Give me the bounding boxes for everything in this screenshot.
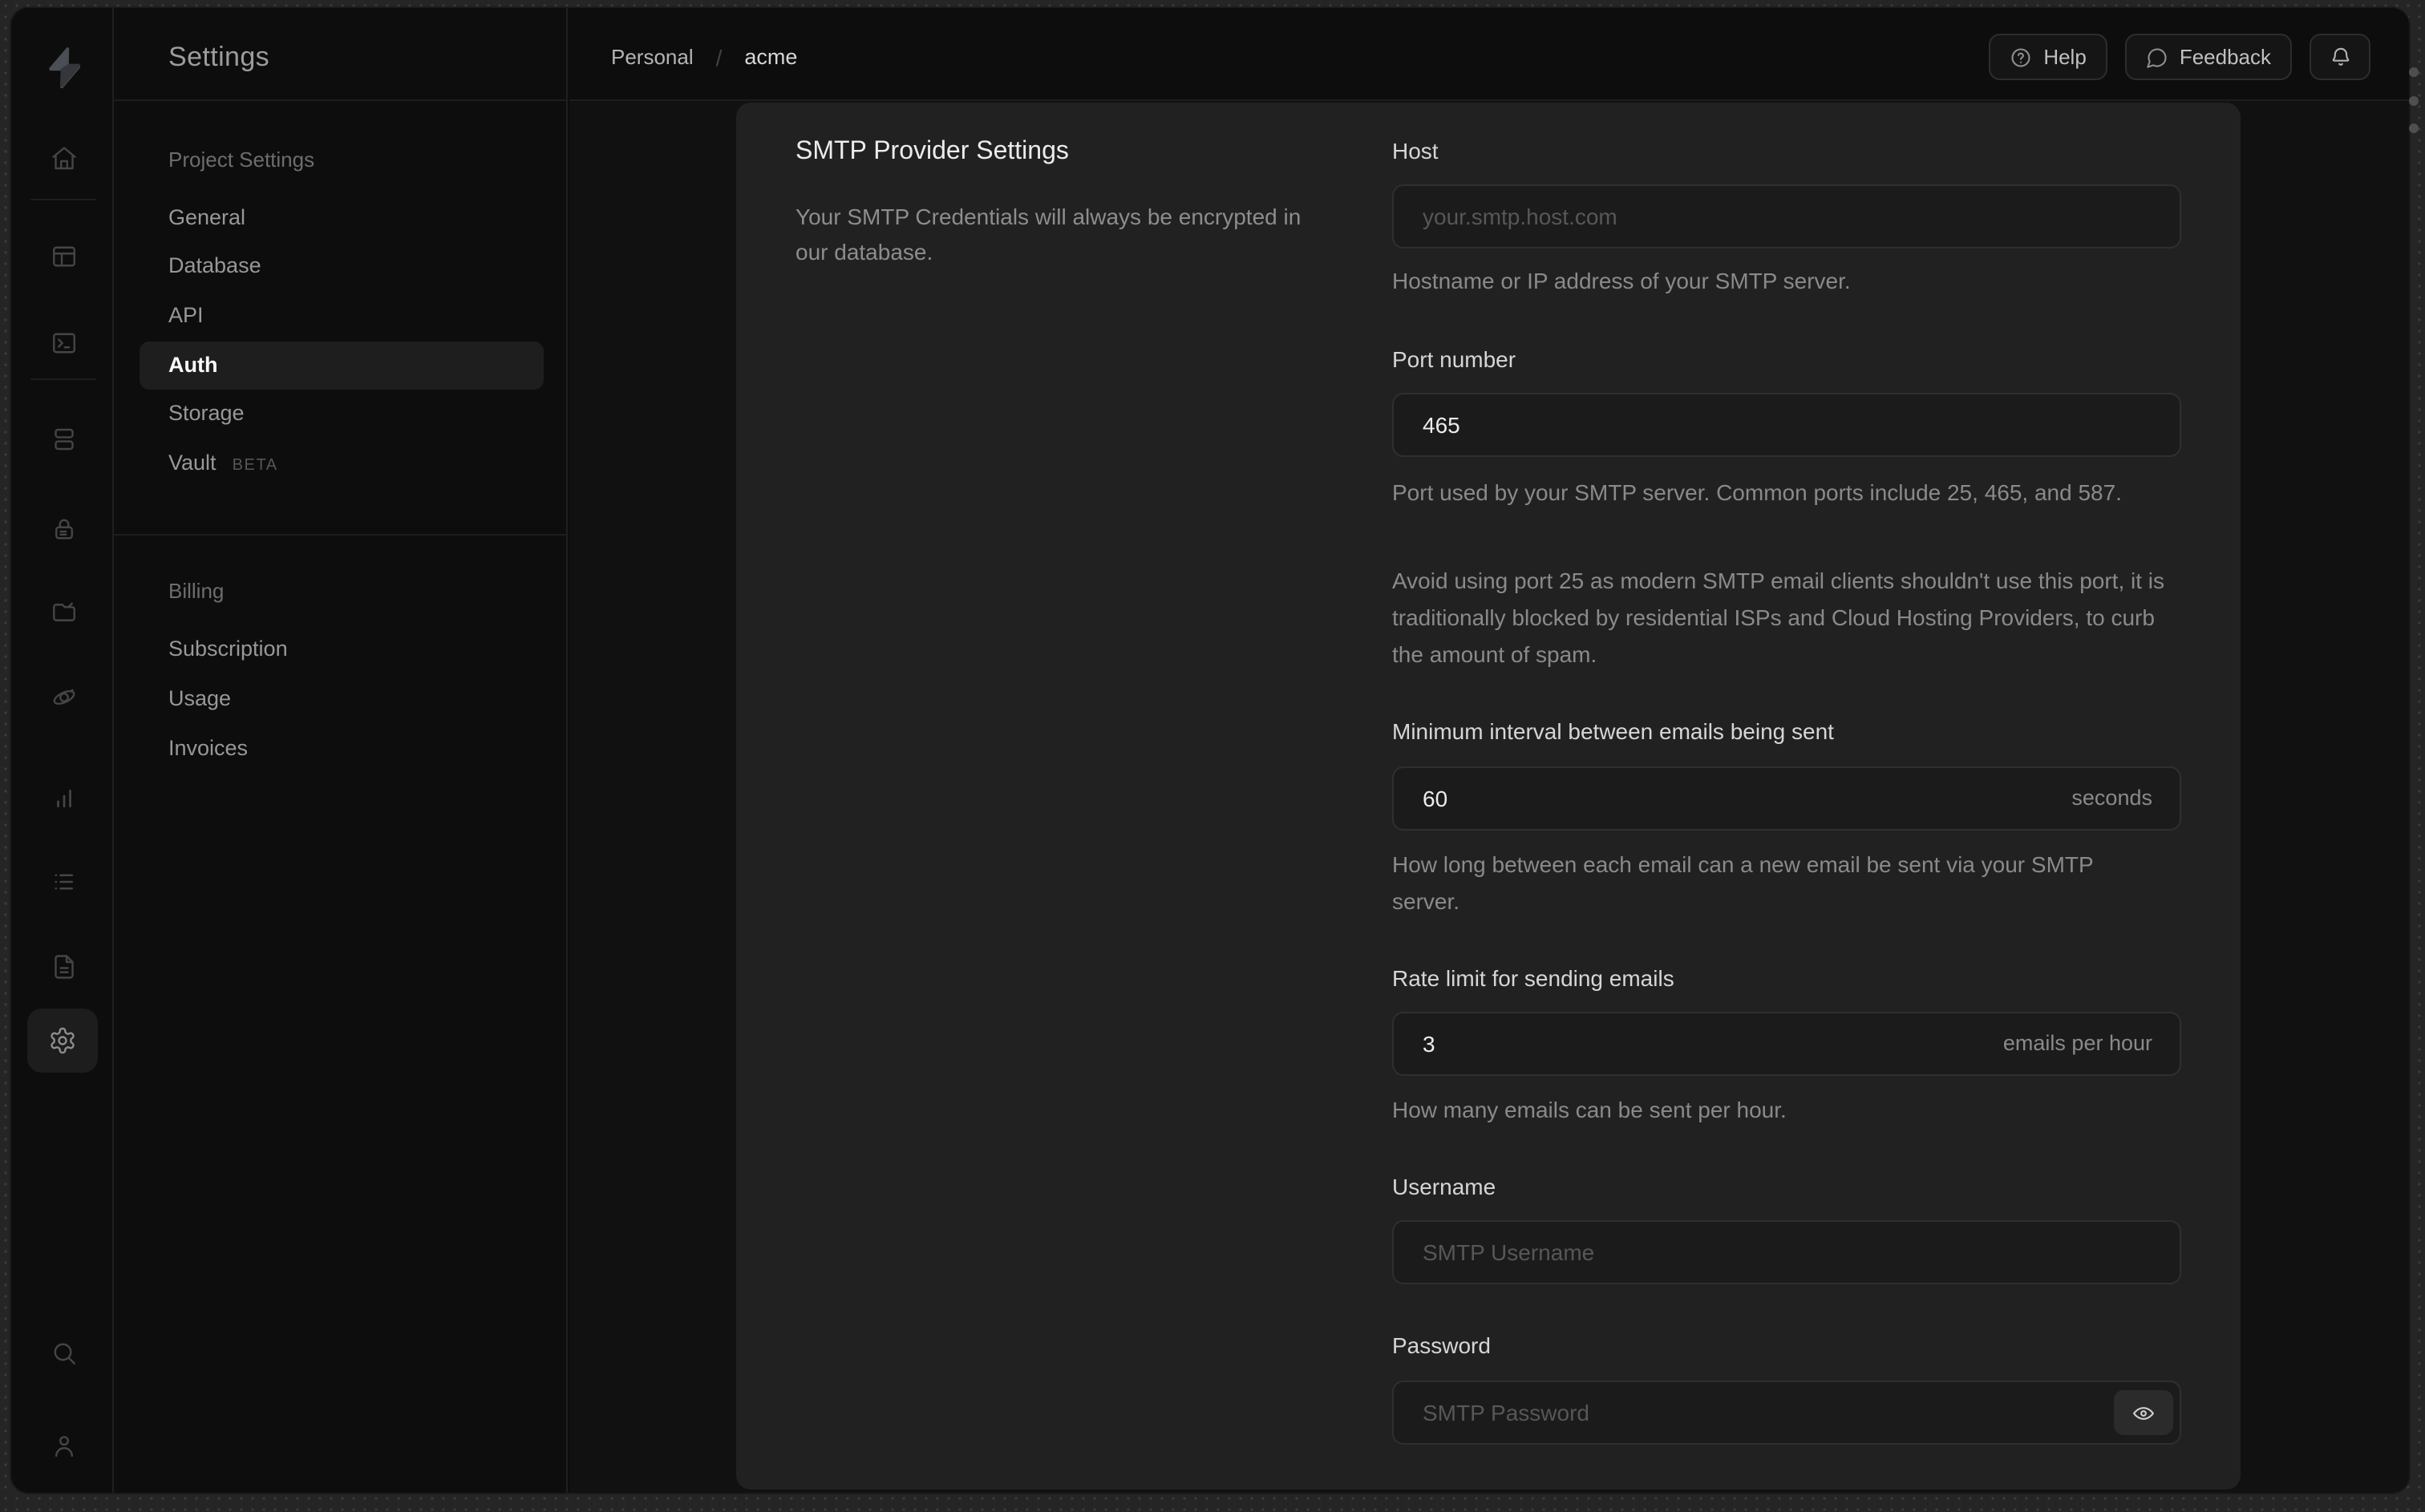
sidebar-item-subscription[interactable]: Subscription: [114, 632, 566, 667]
password-label: Password: [1392, 1332, 1491, 1358]
reveal-password-button[interactable]: [2114, 1390, 2173, 1435]
background-dot: [2409, 67, 2419, 77]
main-area: Personal / acme Help Feedback SMTP Provi…: [569, 8, 2409, 1493]
home-icon[interactable]: [50, 144, 79, 173]
sidebar-item-general[interactable]: General: [114, 200, 566, 236]
host-input[interactable]: [1392, 184, 2181, 249]
chat-bubble-icon: [2147, 47, 2167, 67]
rate-input[interactable]: [1392, 1012, 2181, 1076]
api-docs-icon[interactable]: [50, 952, 79, 981]
edge-functions-icon[interactable]: [50, 683, 79, 712]
search-icon[interactable]: [50, 1339, 79, 1368]
topbar: Personal / acme Help Feedback: [569, 8, 2409, 101]
help-button[interactable]: Help: [1989, 34, 2107, 80]
port-input-wrap: [1392, 393, 2181, 457]
notifications-button[interactable]: [2310, 34, 2370, 80]
host-label: Host: [1392, 138, 1439, 164]
settings-active-highlight: [27, 1009, 98, 1073]
password-input[interactable]: [1392, 1381, 2181, 1445]
logs-icon[interactable]: [50, 867, 79, 896]
background-dot: [2409, 123, 2419, 133]
breadcrumb-separator: /: [715, 44, 723, 70]
rail-divider: [30, 199, 96, 200]
section-description: Your SMTP Credentials will always be enc…: [796, 204, 1302, 264]
auth-icon[interactable]: [50, 515, 79, 544]
storage-icon[interactable]: [50, 598, 79, 627]
help-circle-icon: [2011, 47, 2030, 67]
sidebar-section-divider: [114, 534, 566, 536]
sidebar-section-heading: Billing: [168, 579, 225, 603]
sidebar-item-database[interactable]: Database: [114, 249, 566, 284]
rate-helper: How many emails can be sent per hour.: [1392, 1097, 1787, 1122]
content-area: SMTP Provider Settings Your SMTP Credent…: [569, 101, 2409, 1493]
sidebar-item-invoices[interactable]: Invoices: [114, 731, 566, 766]
breadcrumb-project[interactable]: acme: [744, 45, 797, 69]
sidebar-item-api[interactable]: API: [114, 298, 566, 334]
settings-icon[interactable]: [48, 1026, 77, 1055]
sidebar-item-usage[interactable]: Usage: [114, 681, 566, 717]
interval-helper: How long between each email can a new em…: [1392, 851, 2094, 914]
table-editor-icon[interactable]: [50, 242, 79, 271]
port-input[interactable]: [1392, 393, 2181, 457]
sidebar-title: Settings: [168, 42, 270, 72]
icon-rail: [11, 8, 114, 1493]
username-input-wrap: [1392, 1220, 2181, 1284]
reports-icon[interactable]: [50, 784, 79, 813]
sidebar-item-vault[interactable]: Vault BETA: [114, 446, 566, 481]
host-helper: Hostname or IP address of your SMTP serv…: [1392, 268, 1851, 293]
bell-icon: [2331, 47, 2349, 66]
user-icon[interactable]: [50, 1432, 79, 1461]
interval-input-wrap: seconds: [1392, 766, 2181, 831]
sidebar-item-storage[interactable]: Storage: [114, 396, 566, 431]
interval-input[interactable]: [1392, 766, 2181, 831]
sidebar-section-heading: Project Settings: [168, 148, 315, 172]
rate-label: Rate limit for sending emails: [1392, 965, 1674, 991]
section-title: SMTP Provider Settings: [796, 138, 1069, 165]
sidebar-header-divider: [114, 99, 566, 101]
background-dot: [2409, 95, 2419, 105]
sql-editor-icon[interactable]: [50, 329, 79, 358]
username-input[interactable]: [1392, 1220, 2181, 1284]
eye-icon: [2133, 1406, 2154, 1419]
port-note: Avoid using port 25 as modern SMTP email…: [1392, 568, 2165, 667]
rail-divider: [30, 378, 96, 380]
username-label: Username: [1392, 1174, 1496, 1199]
breadcrumb-org[interactable]: Personal: [611, 45, 694, 69]
port-label: Port number: [1392, 346, 1516, 372]
feedback-button[interactable]: Feedback: [2124, 34, 2292, 80]
database-icon[interactable]: [50, 425, 79, 454]
port-helper: Port used by your SMTP server. Common po…: [1392, 479, 2122, 505]
topbar-actions: Help Feedback: [1989, 34, 2370, 80]
settings-sidebar: Settings Project Settings General Databa…: [114, 8, 568, 1493]
app-logo-icon[interactable]: [42, 45, 85, 89]
rate-input-wrap: emails per hour: [1392, 1012, 2181, 1076]
sidebar-item-auth[interactable]: Auth: [140, 342, 544, 390]
smtp-settings-panel: SMTP Provider Settings Your SMTP Credent…: [736, 103, 2241, 1490]
password-input-wrap: [1392, 1381, 2181, 1445]
host-input-wrap: [1392, 184, 2181, 249]
beta-badge: BETA: [232, 457, 278, 475]
desktop-background: Settings Project Settings General Databa…: [0, 0, 2425, 1512]
interval-label: Minimum interval between emails being se…: [1392, 718, 1834, 744]
app-window: Settings Project Settings General Databa…: [11, 8, 2409, 1493]
